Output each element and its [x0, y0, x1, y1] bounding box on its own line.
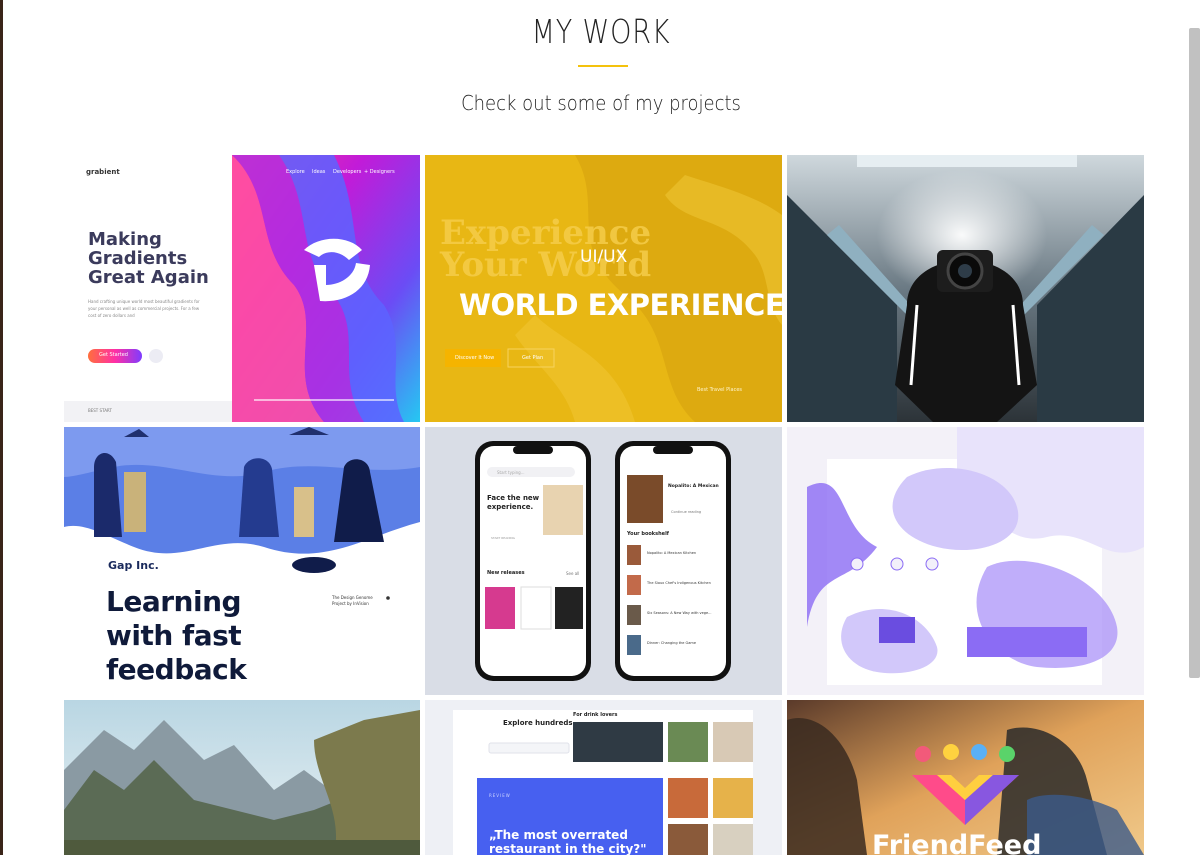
project-card-grabient[interactable]: grabient Explore Ideas Developers + Desi… [64, 155, 420, 422]
phone2-book-title: Nopalito: A Mexican [668, 484, 719, 489]
project-card-world-experience[interactable]: Experience Your World UI/UX WORLD EXPERI… [425, 155, 782, 422]
grabient-heading-2: Gradients [88, 248, 188, 269]
phone1-section: New releases [487, 570, 525, 576]
grabient-heading-1: Making [88, 229, 162, 250]
project-thumbnail [787, 427, 1144, 695]
discover-button-label: Discover It Now [455, 355, 495, 361]
project-card-drinks[interactable]: Explore hundreds For drink lovers REVIEW… [425, 700, 782, 855]
gap-headline-2: with fast [106, 619, 242, 652]
phone1-button: START READING [491, 536, 516, 540]
project-thumbnail [64, 700, 420, 855]
section-subtitle: Check out some of my projects [461, 91, 741, 115]
project-card-gap[interactable]: Gap Inc. Learning with fast feedback The… [64, 427, 420, 695]
phone2-shelf-3: Six Seasons: A New Way with vege... [647, 611, 712, 615]
gap-headline-3: feedback [106, 653, 247, 686]
travel-footer: Best Travel Places [697, 387, 743, 393]
project-card-mountains[interactable] [64, 700, 420, 855]
phone2-shelf-4: Dinner: Changing the Game [647, 641, 696, 645]
phone2-continue: Continue reading [671, 510, 702, 514]
project-thumbnail [425, 427, 782, 695]
nav-explore: Explore [286, 169, 305, 175]
phone1-heading-2: experience. [487, 503, 534, 511]
phone2-section: Your bookshelf [627, 531, 669, 537]
phone1-see-all: See all [566, 571, 580, 576]
phone1-search: Start typing... [497, 470, 525, 475]
phone1-heading-1: Face the new [487, 494, 540, 502]
project-card-purple-landing[interactable] [787, 427, 1144, 695]
grabient-cta: Get Started [99, 352, 128, 358]
drinks-heading: Explore hundreds [503, 719, 573, 727]
project-card-photographer[interactable] [787, 155, 1144, 422]
project-card-book-app[interactable]: Start typing... Face the new experience.… [425, 427, 782, 695]
review-label: REVIEW [489, 793, 511, 798]
scrollbar-thumb[interactable] [1189, 28, 1200, 678]
project-card-friendfeed[interactable]: FriendFeed [787, 700, 1144, 855]
nav-ideas: Ideas [312, 169, 326, 175]
world-experience-headline: WORLD EXPERIENCE [459, 288, 782, 322]
grabient-logo: grabient [86, 168, 120, 176]
gap-headline-1: Learning [106, 585, 242, 618]
friendfeed-brand: FriendFeed [872, 830, 1042, 855]
uiux-tag: UI/UX [580, 247, 628, 267]
nav-designers: + Designers [364, 169, 395, 175]
review-quote: „The most overrated restaurant in the ci… [489, 828, 647, 855]
gap-note: The Design Genome Project by InVision [332, 595, 373, 606]
project-thumbnail [64, 155, 420, 422]
project-thumbnail [787, 155, 1144, 422]
phone2-shelf-2: The Sioux Chef's Indigenous Kitchen [647, 581, 711, 585]
drinks-section: For drink lovers [573, 712, 618, 718]
grabient-heading-3: Great Again [88, 267, 209, 288]
gap-brand: Gap Inc. [108, 559, 159, 572]
grabient-footer: BEST START [88, 408, 112, 413]
title-underline [578, 65, 628, 67]
get-plan-button-label: Get Plan [522, 355, 544, 361]
section-title: MY WORK [531, 12, 671, 51]
grabient-body: Hand crafting unique world most beautifu… [88, 299, 200, 318]
nav-developers: Developers [333, 169, 362, 175]
phone2-shelf-1: Nopalito: A Mexican Kitchen [647, 551, 697, 555]
window-edge [0, 0, 3, 855]
